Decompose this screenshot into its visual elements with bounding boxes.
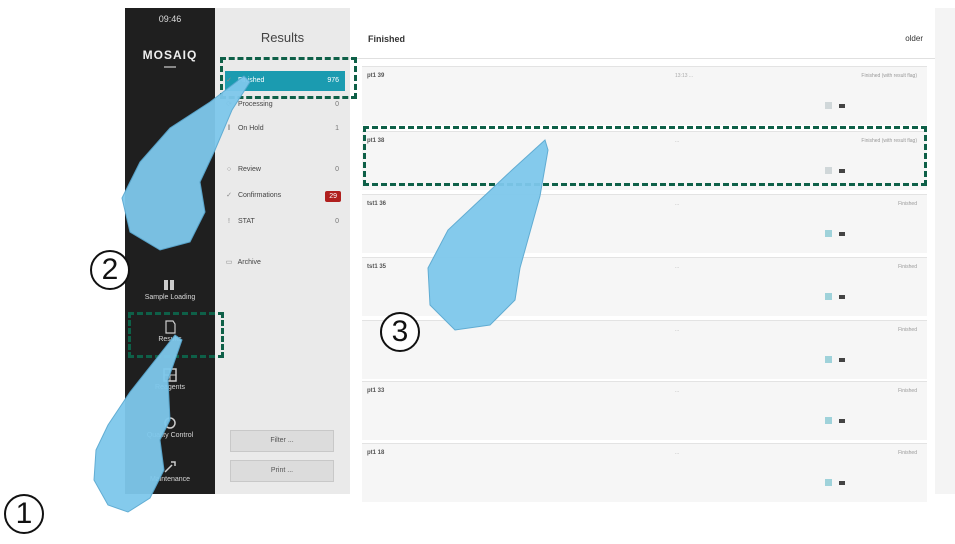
step-marker-1: 1 [4,494,44,534]
hand-pointing-result-row [427,139,549,331]
hand-pointing-results-icon [93,334,183,513]
step-marker-2: 2 [90,250,130,290]
hand-pointing-finished-tab [121,75,251,251]
step-marker-3: 3 [380,312,420,352]
gloved-hands-illustration [93,75,549,513]
